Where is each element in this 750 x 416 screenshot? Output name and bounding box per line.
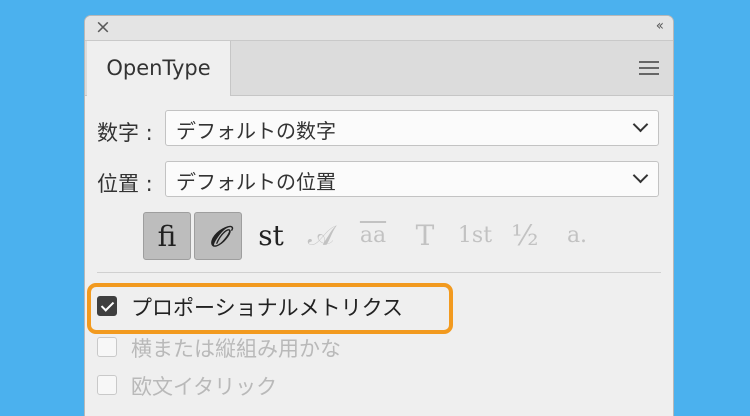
position-select-value: デフォルトの位置 xyxy=(176,170,336,194)
numeral-select-value: デフォルトの数字 xyxy=(176,119,336,143)
discretionary-ligatures-button[interactable]: st xyxy=(247,212,295,260)
stylistic-alternates-button[interactable]: aa xyxy=(349,212,397,260)
tab-opentype[interactable]: OpenType xyxy=(87,41,231,96)
position-select[interactable]: デフォルトの位置 xyxy=(165,161,659,197)
panel-tabbar: OpenType xyxy=(85,41,673,96)
close-icon[interactable]: × xyxy=(93,17,113,37)
ordinals-button[interactable]: 1st xyxy=(451,212,499,260)
collapse-panel-icon[interactable]: ‹‹ xyxy=(656,18,664,34)
highlight-box xyxy=(87,283,453,334)
titling-alternates-button[interactable]: T xyxy=(401,212,449,260)
opentype-panel: × ‹‹ OpenType 数字 : デフォルトの数字 位置 : デフォルトの位… xyxy=(85,16,673,416)
numeral-label: 数字 : xyxy=(97,121,153,145)
panel-menu-icon[interactable] xyxy=(639,61,659,75)
position-label: 位置 : xyxy=(97,172,153,196)
contextual-glyphs-button[interactable]: a. xyxy=(553,212,601,260)
contextual-alternates-button[interactable]: 𝒪 xyxy=(194,212,242,260)
fractions-button[interactable]: ½ xyxy=(501,212,549,260)
chevron-down-icon xyxy=(632,167,649,184)
roman-italics-label: 欧文イタリック xyxy=(131,375,278,399)
standard-ligatures-button[interactable]: fi xyxy=(143,212,191,260)
panel-titlebar: × ‹‹ xyxy=(85,16,673,41)
roman-italics-checkbox xyxy=(97,375,117,395)
horizontal-vertical-kana-checkbox xyxy=(97,337,117,357)
swash-button[interactable]: 𝒜 xyxy=(297,212,345,260)
numeral-select[interactable]: デフォルトの数字 xyxy=(165,110,659,146)
horizontal-vertical-kana-label: 横または縦組み用かな xyxy=(131,337,341,361)
section-divider xyxy=(97,272,661,273)
chevron-down-icon xyxy=(632,116,649,133)
